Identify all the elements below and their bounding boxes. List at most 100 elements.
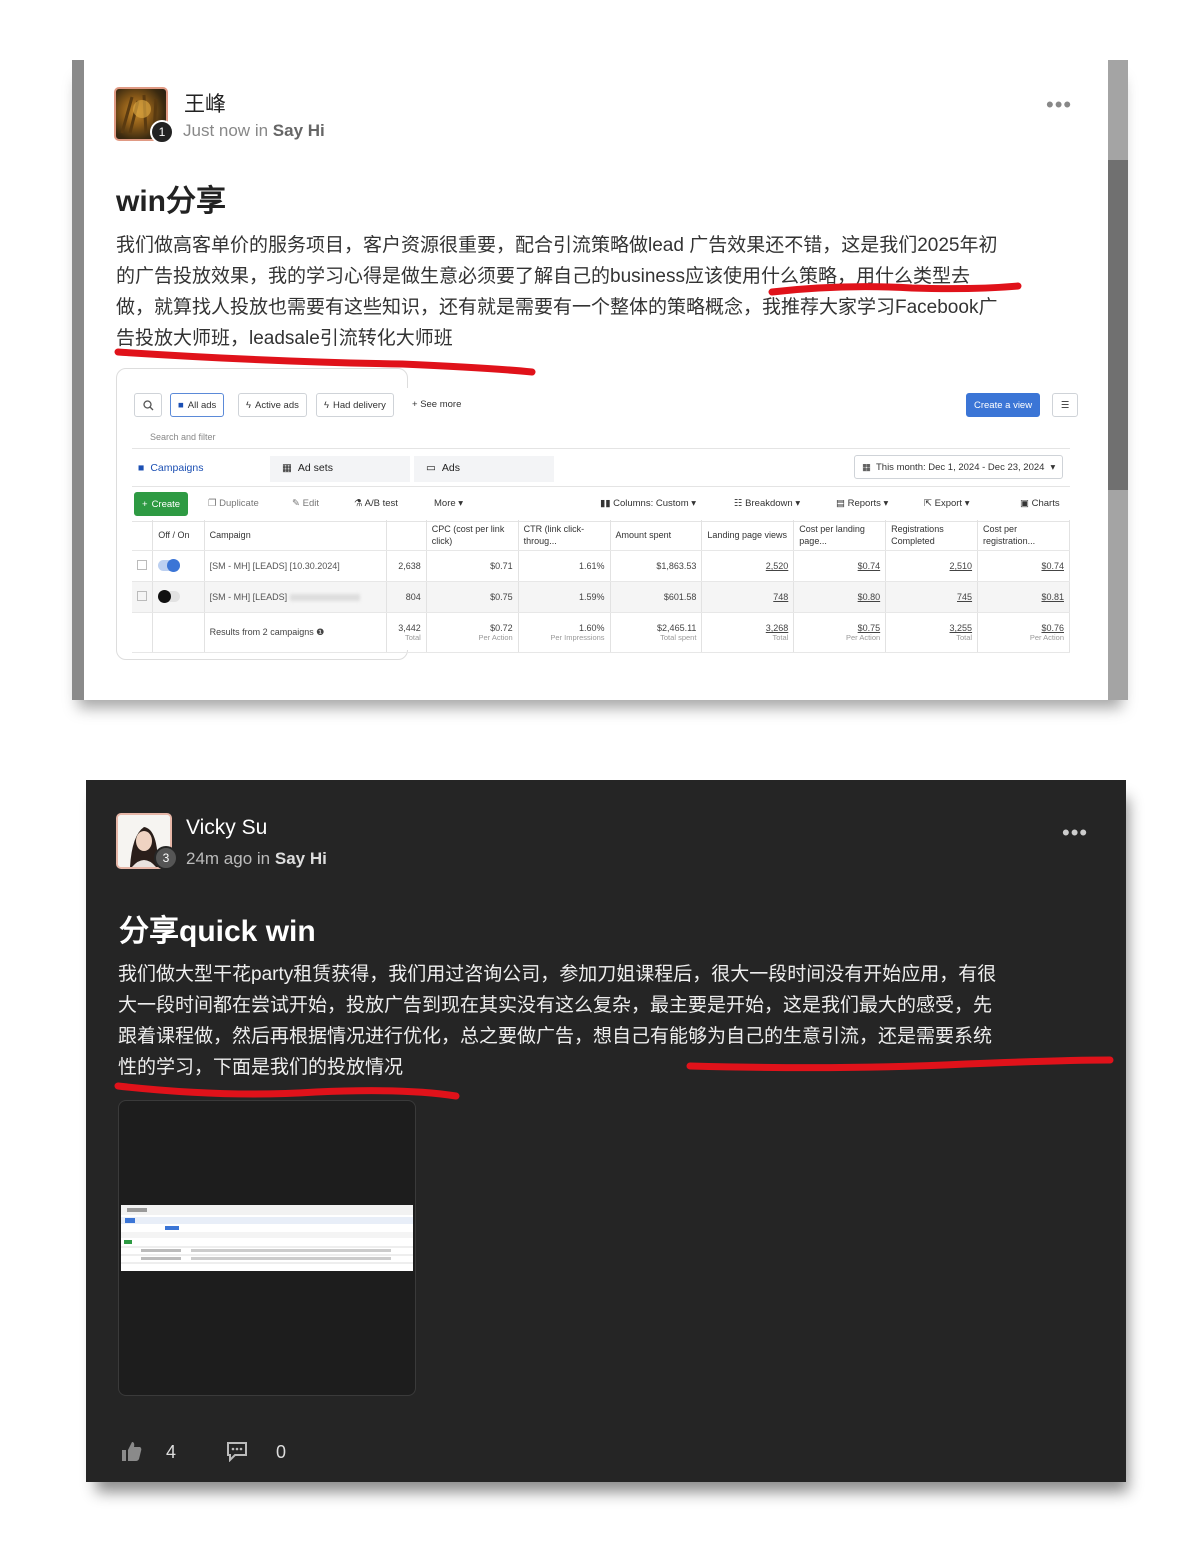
checkbox[interactable]	[137, 560, 147, 570]
search-icon[interactable]	[134, 393, 162, 417]
settings-sliders-icon[interactable]: ☰	[1052, 393, 1078, 417]
campaign-name[interactable]: [SM - MH] [LEADS] [10.30.2024]	[204, 550, 388, 582]
col-off-on[interactable]: Off / On	[152, 520, 205, 551]
col-results[interactable]	[386, 520, 427, 551]
totals-label: Results from 2 campaigns ❶	[204, 612, 388, 653]
ads-manager-screenshot: ■ All ads ϟ Active ads ϟ Had delivery + See…	[116, 368, 1078, 660]
see-more-link[interactable]: + See more	[412, 399, 461, 410]
totals-ctr: 1.60% Per Impressions	[518, 612, 611, 653]
chart-icon: ▣	[1020, 498, 1032, 509]
total-value: $0.76	[1041, 623, 1064, 633]
more-button[interactable]: More ▾	[434, 498, 463, 509]
edit-button[interactable]: ✎ Edit	[292, 498, 319, 509]
info-icon[interactable]: ❶	[316, 627, 324, 637]
toggle-cell[interactable]	[152, 581, 205, 613]
red-underline-annotation	[114, 282, 1022, 376]
campaign-name[interactable]: [SM - MH] [LEADS]	[204, 581, 388, 613]
regs-cell[interactable]: 2,510	[885, 550, 979, 582]
toggle-switch-on[interactable]	[158, 558, 181, 572]
edit-label: Edit	[302, 498, 319, 509]
checkbox[interactable]	[137, 591, 147, 601]
filter-all-ads[interactable]: ■ All ads	[170, 393, 225, 417]
tab-label: Ad sets	[297, 462, 333, 474]
reports-button[interactable]: ▤ Reports ▾	[836, 498, 888, 509]
totals-regs: 3,255 Total	[885, 612, 979, 653]
attached-image[interactable]	[118, 1100, 416, 1396]
comment-icon[interactable]	[226, 1440, 248, 1467]
col-cost-landing[interactable]: Cost per landing page...	[793, 520, 887, 551]
views-cell[interactable]: 2,520	[701, 550, 795, 582]
columns-label: Columns: Custom	[613, 498, 689, 509]
post-card-wangfeng: 1 王峰 Just now in Say Hi ••• win分享 我们做高客单…	[72, 60, 1128, 700]
total-sub: Per Impressions	[550, 633, 605, 642]
cost-reg-cell[interactable]: $0.74	[977, 550, 1070, 582]
row-checkbox[interactable]	[132, 550, 154, 582]
total-value: $2,465.11	[657, 623, 697, 633]
toggle-knob	[158, 589, 172, 603]
filter-active-ads[interactable]: ϟ Active ads	[238, 393, 307, 417]
total-sub: Per Action	[478, 633, 513, 642]
filter-label: Had delivery	[333, 399, 386, 411]
search-filter-input[interactable]: Search and filter	[150, 432, 216, 442]
chevron-down-icon: ▾	[691, 498, 697, 509]
empty-cell	[152, 612, 205, 653]
date-range-picker[interactable]: ▦ This month: Dec 1, 2024 - Dec 23, 2024 ▾	[854, 455, 1064, 479]
charts-label: Charts	[1031, 498, 1060, 509]
ab-test-button[interactable]: ⚗ A/B test	[354, 498, 398, 509]
tab-campaigns[interactable]: ■ Campaigns	[132, 456, 262, 482]
select-all-checkbox[interactable]	[132, 520, 154, 551]
create-view-button[interactable]: Create a view	[966, 393, 1041, 417]
export-button[interactable]: ⇱ Export ▾	[924, 498, 970, 509]
totals-cost-reg: $0.76 Per Action	[977, 612, 1070, 653]
date-range-label: This month: Dec 1, 2024 - Dec 23, 2024	[875, 461, 1045, 473]
cost-reg-cell[interactable]: $0.81	[977, 581, 1070, 613]
filter-had-delivery[interactable]: ϟ Had delivery	[316, 393, 394, 417]
table-row[interactable]: [SM - MH] [LEADS] 804 $0.75 1.59% $601.5…	[132, 581, 1070, 613]
duplicate-button[interactable]: ❐ Duplicate	[208, 498, 259, 509]
regs-cell[interactable]: 745	[885, 581, 979, 613]
tab-ads[interactable]: ▭ Ads	[414, 456, 554, 482]
plus-icon: +	[412, 399, 421, 410]
create-button[interactable]: + Create	[134, 492, 189, 516]
thumbnail-table-graphic	[121, 1205, 413, 1264]
export-label: Export	[934, 498, 963, 509]
folder-icon: ■	[178, 399, 184, 411]
toggle-cell[interactable]	[152, 550, 205, 582]
blurred-text	[289, 594, 360, 602]
bolt-icon: ϟ	[246, 399, 252, 411]
total-sub: Per Action	[845, 633, 881, 642]
report-icon: ▤	[836, 498, 848, 509]
col-ctr[interactable]: CTR (link click-throug...	[518, 520, 611, 551]
col-campaign[interactable]: Campaign	[204, 520, 388, 551]
col-cost-registration[interactable]: Cost per registration...	[977, 520, 1070, 551]
export-icon: ⇱	[924, 498, 935, 509]
row-checkbox[interactable]	[132, 581, 154, 613]
spent-cell: $601.58	[610, 581, 703, 613]
toggle-switch-off[interactable]	[158, 589, 181, 603]
totals-cost-view: $0.75 Per Action	[793, 612, 887, 653]
calendar-icon: ▦	[862, 461, 871, 473]
total-sub: Per Action	[1029, 633, 1064, 642]
views-cell[interactable]: 748	[701, 581, 795, 613]
pencil-icon: ✎	[292, 498, 303, 509]
columns-button[interactable]: ▮▮ Columns: Custom ▾	[600, 498, 696, 509]
totals-views: 3,268 Total	[701, 612, 795, 653]
col-registrations[interactable]: Registrations Completed	[885, 520, 979, 551]
charts-button[interactable]: ▣ Charts	[1020, 498, 1060, 509]
like-icon[interactable]	[120, 1440, 142, 1467]
col-cpc[interactable]: CPC (cost per link click)	[426, 520, 519, 551]
chevron-down-icon: ▾	[964, 498, 970, 509]
cost-view-cell[interactable]: $0.74	[793, 550, 887, 582]
total-sub: Total	[956, 633, 973, 642]
see-more-label: See more	[420, 399, 462, 410]
breakdown-button[interactable]: ☷ Breakdown ▾	[734, 498, 800, 509]
table-row[interactable]: [SM - MH] [LEADS] [10.30.2024] 2,638 $0.…	[132, 550, 1070, 582]
tab-ad-sets[interactable]: ▦ Ad sets	[270, 456, 410, 482]
col-amount-spent[interactable]: Amount spent	[610, 520, 703, 551]
breakdown-icon: ☷	[734, 498, 746, 509]
empty-cell	[132, 612, 154, 653]
chevron-down-icon: ▾	[795, 498, 801, 509]
cost-view-cell[interactable]: $0.80	[793, 581, 887, 613]
col-landing-views[interactable]: Landing page views	[701, 520, 795, 551]
campaign-name-text: [SM - MH] [LEADS]	[209, 592, 288, 602]
